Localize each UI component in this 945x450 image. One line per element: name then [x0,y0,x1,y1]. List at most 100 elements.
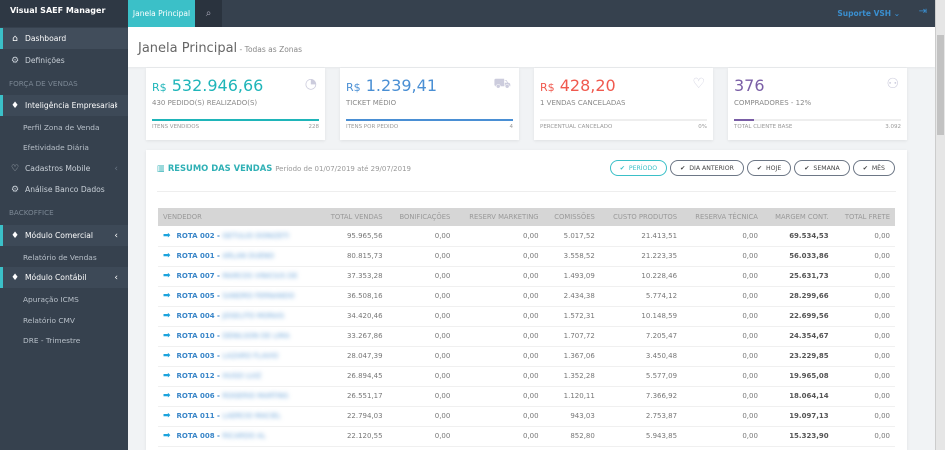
column-header[interactable]: CUSTO PRODUTOS [599,208,683,226]
stat-amount: 428,20 [559,76,616,95]
sidebar-item-inteligencia-empresarial[interactable]: ♦ Inteligência Empresarial ‹ [0,95,128,116]
sidebar-item-cadastros-mobile[interactable]: ♡ Cadastros Mobile ‹ [0,158,128,179]
route-code[interactable]: ROTA 003 - [177,352,223,360]
filter-button-2[interactable]: ✔ HOJE [746,160,792,176]
route-code[interactable]: ROTA 004 - [177,312,223,320]
route-code[interactable]: ROTA 011 - [177,412,223,420]
diamond-icon: ♦ [10,100,20,111]
route-code[interactable]: ROTA 006 - [177,392,223,400]
seller-name: LAZARO FLAVIO [222,352,279,360]
vendedor-cell[interactable]: ➡ ROTA 006 - ROGERIO MARTINS [158,386,319,407]
stat-card: 376 COMPRADORES - 12% ⚇ TOTAL CLIENTE BA… [728,68,907,140]
scrollbar[interactable] [935,0,945,450]
route-code[interactable]: ROTA 001 - [177,252,223,260]
vendedor-cell[interactable]: ➡ ROTA 002 - GETULIO DONIZETI [158,226,319,247]
cell: 0,00 [833,306,895,327]
cell: 0,00 [833,226,895,247]
filter-button-3[interactable]: ✔ SEMANA [794,160,850,176]
cell: 0,00 [387,306,456,327]
diamond-icon: ♦ [10,230,20,241]
stat-foot-value: 228 [308,124,320,130]
sidebar-subitem-apuracao-icms[interactable]: Apuração ICMS [23,295,79,304]
column-header[interactable]: RESERV MARKETING [455,208,544,226]
stat-card: R$ 428,20 1 VENDAS CANCELADAS ♡ PERCENTU… [534,68,713,140]
sidebar-subitem-perfil-zona[interactable]: Perfil Zona de Venda [23,123,100,132]
chevron-left-icon: ‹ [114,230,118,241]
route-code[interactable]: ROTA 005 - [177,292,223,300]
cell: 2.753,87 [599,406,683,427]
sidebar-item-analise-banco[interactable]: ⚙ Análise Banco Dados [0,179,128,200]
route-code[interactable]: ROTA 007 - [177,272,223,280]
gear-icon: ⚙ [10,55,20,66]
route-code[interactable]: ROTA 012 - [177,372,223,380]
scrollbar-thumb[interactable] [937,35,944,135]
stat-amount: 376 [734,76,765,95]
filter-button-4[interactable]: ✔ MÊS [852,160,895,176]
cell: 0,00 [455,386,544,407]
logout-icon[interactable]: ⇥ [919,6,927,17]
cell: 0,00 [833,406,895,427]
check-icon: ✔ [862,164,868,172]
vendedor-cell[interactable]: ➡ ROTA 004 - JOSELITO MORAIS [158,306,319,327]
vendedor-cell[interactable]: ➡ ROTA 010 - DENILSON DE LIMA [158,326,319,347]
vendedor-cell[interactable]: ➡ ROTA 007 - MARCOS VINICIUS DE [158,266,319,287]
sidebar-item-dashboard[interactable]: ⌂ Dashboard [0,28,128,49]
button-label: DIA ANTERIOR [689,164,734,172]
sidebar-subitem-relatorio-vendas[interactable]: Relatório de Vendas [23,253,97,262]
sidebar-item-label: Cadastros Mobile [25,164,91,173]
vendedor-cell[interactable]: ➡ ROTA 003 - LAZARO FLAVIO [158,346,319,367]
search-icon[interactable]: ⌕ [195,0,222,27]
vendedor-cell[interactable]: ➡ ROTA 005 - SANDRO FERNANDO [158,286,319,307]
panel-title-text: RESUMO DAS VENDAS [167,163,273,173]
sidebar-subitem-relatorio-cmv[interactable]: Relatório CMV [23,316,75,325]
route-code[interactable]: ROTA 002 - [177,232,223,240]
vendedor-cell[interactable]: ➡ ROTA 012 - HUGO LUIZ [158,366,319,387]
stat-foot-value: 0% [698,124,707,130]
sidebar-item-modulo-comercial[interactable]: ♦ Módulo Comercial ‹ [0,225,128,246]
sidebar-item-modulo-contabil[interactable]: ♦ Módulo Contábil ‹ [0,267,128,288]
column-header[interactable]: VENDEDOR [158,208,319,226]
column-header[interactable]: BONIFICAÇÕES [387,208,456,226]
cell: 0,00 [682,346,763,367]
filter-button-1[interactable]: ✔ DIA ANTERIOR [670,160,744,176]
arrow-right-icon: ➡ [163,431,171,441]
divider [157,191,896,192]
cell: 0,00 [833,246,895,267]
column-header[interactable]: RESERVA TÉCNICA [682,208,763,226]
stat-progress [540,119,707,121]
vendedor-cell[interactable]: ➡ ROTA 008 - RICARDO AL [158,426,319,447]
sales-summary-panel: ▥ RESUMO DAS VENDAS Período de 01/07/201… [146,150,907,450]
vendedor-cell[interactable]: ➡ ROTA 011 - LAERCIO MACIEL [158,406,319,427]
cell: 22.699,56 [762,306,834,327]
route-code[interactable]: ROTA 010 - [177,332,223,340]
cell: 943,03 [543,406,600,427]
route-code[interactable]: ROTA 008 - [177,432,223,440]
stat-foot-value: 3.092 [885,124,901,130]
column-header[interactable]: COMISSÕES [543,208,600,226]
vendedor-cell[interactable]: ➡ ROTA 001 - ARLAN DUENO [158,246,319,267]
sidebar-item-definicoes[interactable]: ⚙ Definições [0,50,128,71]
sidebar-subitem-dre[interactable]: DRE - Trimestre [23,336,80,345]
sidebar-item-label: Definições [25,56,65,65]
cell: 7.366,92 [599,386,683,407]
column-header[interactable]: TOTAL FRETE [833,208,895,226]
stat-value: 376 [734,76,901,98]
cell: 15.323,90 [762,426,834,447]
cell: 19.097,13 [762,406,834,427]
stat-amount: 1.239,41 [365,76,437,95]
tab-janela-principal[interactable]: Janela Principal [128,0,195,31]
stat-label: 430 PEDIDO(S) REALIZADO(S) [152,99,258,107]
cell: 0,00 [833,286,895,307]
cell: 0,00 [455,326,544,347]
cell: 0,00 [387,266,456,287]
column-header[interactable]: MARGEM CONT. [762,208,834,226]
sidebar-subitem-efetividade[interactable]: Efetividade Diária [23,143,89,152]
user-menu[interactable]: Suporte VSH ⌄ [837,9,900,18]
sidebar-item-label: Módulo Contábil [25,273,87,282]
table-row: ➡ ROTA 005 - SANDRO FERNANDO 36.508,16 0,00… [158,286,895,307]
cell: 22.794,03 [318,406,388,427]
table-row: ➡ ROTA 007 - MARCOS VINICIUS DE 37.353,28 0… [158,266,895,287]
column-header[interactable]: TOTAL VENDAS [318,208,388,226]
filter-button-0[interactable]: ✔ PERÍODO [609,160,668,176]
stat-foot-label: PERCENTUAL CANCELADO [540,124,613,130]
